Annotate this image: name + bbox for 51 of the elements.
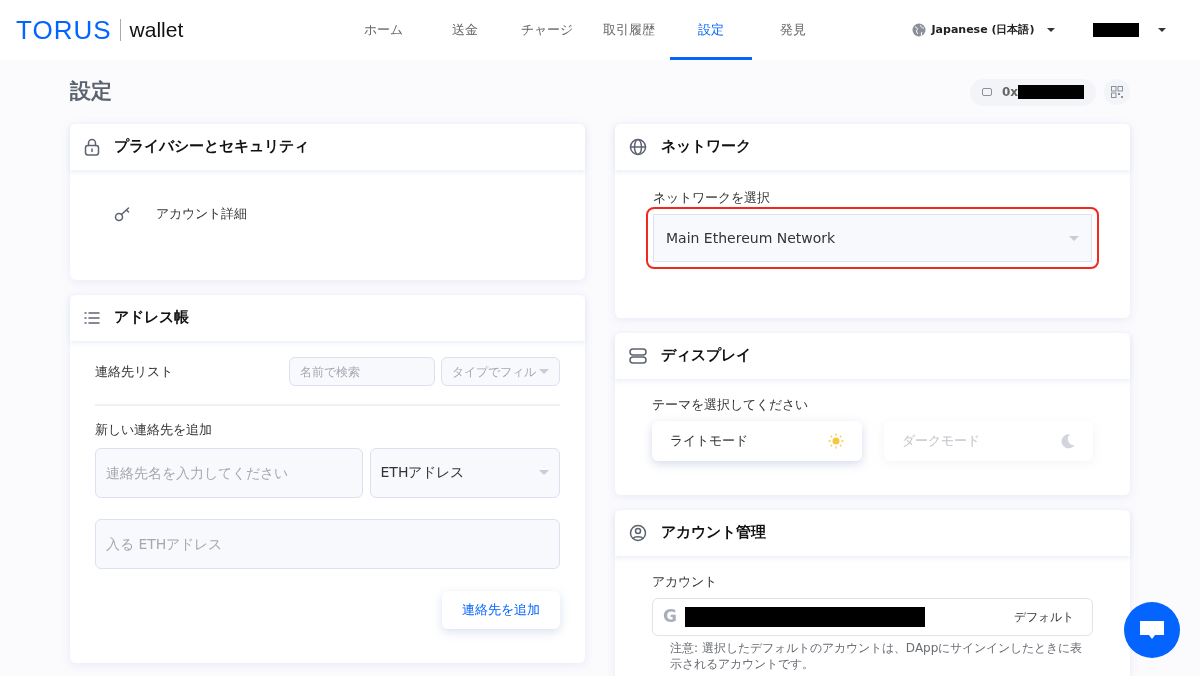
type-dropdown[interactable]: ETHアドレス xyxy=(369,447,560,498)
card-title: プライバシーとセキュリティ xyxy=(114,138,309,156)
address-chip[interactable]: 0x xyxy=(969,78,1096,106)
theme-option[interactable]: ライトモード xyxy=(652,421,862,461)
provider-mark: G xyxy=(663,605,677,629)
field-label: 新しい連絡先を追加 xyxy=(95,421,213,439)
add-contact-button[interactable]: 連絡先を追加 xyxy=(442,590,560,629)
field-label: 連絡先リスト xyxy=(95,362,173,381)
text-field[interactable]: 連絡先名を入力してください xyxy=(95,447,363,498)
padlock-icon xyxy=(84,138,100,156)
caret-icon xyxy=(1047,28,1055,32)
field-label: テーマを選択してください xyxy=(652,396,809,414)
toggle-icon xyxy=(629,348,647,364)
field-label: アカウント xyxy=(652,573,718,591)
moon-icon xyxy=(1061,433,1075,449)
address-prefix: 0x xyxy=(1001,84,1018,101)
person-icon xyxy=(629,524,647,542)
logo[interactable]: TORUS xyxy=(16,10,112,50)
language-label: Japanese (日本語) xyxy=(931,21,1035,38)
nav-tab[interactable]: 送金 xyxy=(424,0,506,60)
default-label: デフォルト xyxy=(1014,609,1074,626)
card-title: ネットワーク xyxy=(661,138,751,156)
sun-icon xyxy=(827,433,844,449)
account-row[interactable]: G デフォルト xyxy=(652,598,1093,636)
card-title: ディスプレイ xyxy=(661,347,751,365)
product-name: wallet xyxy=(119,19,184,41)
nav-tab[interactable]: チャージ xyxy=(506,0,588,60)
search-field[interactable]: 名前で検索 xyxy=(288,357,435,386)
redacted-block xyxy=(1093,23,1139,37)
wallet-icon xyxy=(981,88,992,96)
chat-bubble-icon xyxy=(1139,619,1165,641)
settings-item[interactable]: アカウント詳細 xyxy=(156,204,247,224)
qr-code-button[interactable] xyxy=(1104,79,1130,105)
card-title: アカウント管理 xyxy=(661,524,766,542)
redacted-block xyxy=(1018,85,1084,99)
globe-icon xyxy=(911,23,926,37)
caret-icon xyxy=(1158,28,1166,32)
nav-tab[interactable]: ホーム xyxy=(342,0,424,60)
field-label: ネットワークを選択 xyxy=(653,189,771,207)
note-text: 注意: 選択したデフォルトのアカウントは、DAppにサインインしたときに表示されるアカウントです。 xyxy=(669,640,1084,673)
chat-button[interactable] xyxy=(1124,602,1180,658)
nav-tab[interactable]: 発見 xyxy=(752,0,834,60)
nav-tab[interactable]: 設定 xyxy=(670,0,752,60)
language-selector[interactable]: Japanese (日本語) xyxy=(905,20,1061,40)
page-title: 設定 xyxy=(70,79,112,105)
qr-code-icon xyxy=(1111,86,1123,98)
list-icon xyxy=(84,311,100,325)
address-field[interactable]: 入る ETHアドレス xyxy=(95,518,560,569)
card-title: アドレス帳 xyxy=(114,309,189,327)
nav-tab[interactable]: 取引履歴 xyxy=(588,0,670,60)
globe-icon xyxy=(629,138,647,156)
